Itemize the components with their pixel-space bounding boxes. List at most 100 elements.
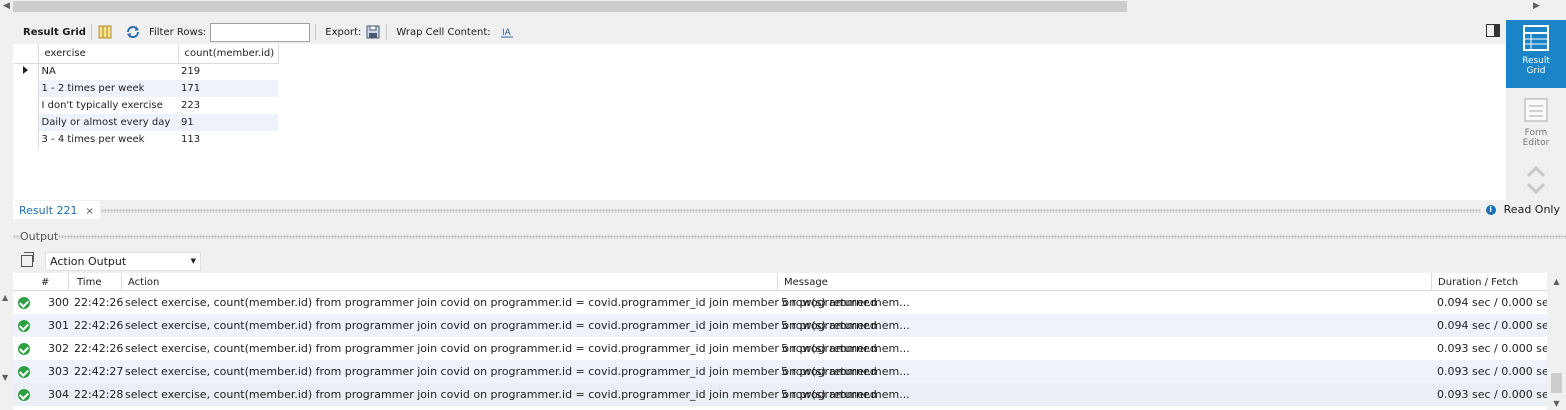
- table-row[interactable]: I don't typically exercise 223: [13, 97, 278, 114]
- toolbar-divider: [315, 24, 317, 40]
- cell-exercise[interactable]: 1 - 2 times per week: [38, 80, 178, 97]
- table-row[interactable]: 1 - 2 times per week 171: [13, 80, 278, 97]
- chevron-down-icon: ▼: [190, 257, 196, 265]
- form-editor-button[interactable]: Form Editor: [1506, 92, 1566, 150]
- column-divider: [777, 273, 778, 291]
- scroll-down-arrow-icon[interactable]: ▼: [1547, 399, 1566, 408]
- info-icon: i: [1485, 204, 1496, 215]
- result-grid-label: Result Grid: [23, 26, 86, 38]
- read-only-label: Read Only: [1503, 203, 1560, 216]
- output-row-time: 22:42:28: [74, 388, 124, 401]
- scrollbar-thumb[interactable]: [1551, 373, 1562, 393]
- column-divider: [68, 273, 69, 291]
- row-indicator: [13, 97, 39, 114]
- success-check-icon: [18, 389, 30, 401]
- output-row[interactable]: 301 22:42:26 select exercise, count(memb…: [13, 314, 1547, 337]
- scroll-up-arrow-icon[interactable]: ▲: [1547, 277, 1566, 286]
- output-row-time: 22:42:26: [74, 342, 124, 355]
- toolbar-divider: [90, 24, 92, 40]
- output-title: Output: [20, 230, 59, 243]
- output-row-number: 303: [48, 365, 69, 378]
- output-row-number: 302: [48, 342, 69, 355]
- current-row-caret-icon: [22, 66, 28, 75]
- row-indicator-header: [13, 44, 39, 64]
- wrap-text-icon[interactable]: IA: [499, 24, 515, 40]
- form-editor-icon: [1522, 96, 1550, 124]
- output-row-message: 5 row(s) returned: [781, 365, 877, 378]
- column-header-time[interactable]: Time: [77, 277, 101, 288]
- cell-count[interactable]: 223: [178, 97, 278, 114]
- success-check-icon: [18, 343, 30, 355]
- filter-rows-label: Filter Rows:: [148, 26, 207, 38]
- output-vertical-scrollbar[interactable]: ▲ ▼: [1547, 273, 1566, 410]
- row-indicator: [13, 131, 39, 148]
- scroll-up-arrow-icon[interactable]: ▲: [2, 293, 8, 302]
- output-row-number: 300: [48, 296, 69, 309]
- column-header-exercise[interactable]: exercise: [38, 44, 179, 64]
- scroll-up-down-icon[interactable]: [1525, 164, 1547, 199]
- output-row-duration: 0.093 sec / 0.000 sec: [1437, 388, 1547, 401]
- output-row[interactable]: 303 22:42:27 select exercise, count(memb…: [13, 360, 1547, 383]
- row-indicator: [13, 114, 39, 131]
- top-horizontal-scrollbar[interactable]: ◀ ▶: [0, 0, 1566, 13]
- output-row-message: 5 row(s) returned: [781, 388, 877, 401]
- success-check-icon: [18, 320, 30, 332]
- refresh-icon[interactable]: [125, 24, 141, 40]
- cell-count[interactable]: 113: [178, 131, 278, 148]
- output-header-divider: [13, 235, 1566, 239]
- grid-layout-icon[interactable]: [97, 24, 113, 40]
- cell-count[interactable]: 91: [178, 114, 278, 131]
- output-panel-header: Output: [13, 226, 1566, 246]
- result-grid-table: exercise count(member.id) NA 219 1 - 2 t…: [13, 44, 279, 148]
- cell-exercise[interactable]: Daily or almost every day: [38, 114, 178, 131]
- action-output-table: # Time Action Message Duration / Fetch 3…: [13, 273, 1547, 410]
- table-row[interactable]: Daily or almost every day 91: [13, 114, 278, 131]
- output-row[interactable]: 302 22:42:26 select exercise, count(memb…: [13, 337, 1547, 360]
- column-header-count[interactable]: count(member.id): [178, 44, 279, 64]
- output-left-scroll-strip: ▲ ▼: [0, 273, 13, 410]
- cell-exercise[interactable]: NA: [38, 63, 178, 80]
- result-grid-icon: [1522, 24, 1550, 52]
- result-grid-view-button[interactable]: Result Grid: [1506, 20, 1566, 88]
- output-row-message: 5 row(s) returned: [781, 342, 877, 355]
- toolbar-divider: [386, 24, 388, 40]
- cell-exercise[interactable]: I don't typically exercise: [38, 97, 178, 114]
- result-tab-bar: Result 221 × i Read Only: [13, 200, 1566, 220]
- scroll-right-arrow-icon[interactable]: ▶: [1530, 0, 1543, 13]
- table-row[interactable]: 3 - 4 times per week 113: [13, 131, 278, 148]
- column-header-number[interactable]: #: [41, 277, 49, 288]
- column-header-duration[interactable]: Duration / Fetch: [1438, 277, 1518, 288]
- output-row[interactable]: 300 22:42:26 select exercise, count(memb…: [13, 291, 1547, 314]
- output-row-message: 5 row(s) returned: [781, 319, 877, 332]
- filter-rows-input[interactable]: [210, 22, 311, 42]
- table-row[interactable]: NA 219: [13, 63, 278, 80]
- output-table-header: # Time Action Message Duration / Fetch: [13, 273, 1547, 291]
- copy-icon[interactable]: [21, 252, 34, 267]
- column-header-action[interactable]: Action: [128, 277, 159, 288]
- export-icon[interactable]: [365, 24, 381, 40]
- output-type-select[interactable]: Action Output ▼: [45, 251, 201, 271]
- output-row-duration: 0.094 sec / 0.000 sec: [1437, 319, 1547, 332]
- close-icon[interactable]: ×: [85, 206, 93, 217]
- success-check-icon: [18, 366, 30, 378]
- cell-count[interactable]: 171: [178, 80, 278, 97]
- column-divider: [121, 273, 122, 291]
- scrollbar-thumb[interactable]: [13, 1, 1127, 12]
- result-grid[interactable]: exercise count(member.id) NA 219 1 - 2 t…: [13, 44, 1506, 200]
- tab-result-221[interactable]: Result 221 ×: [13, 201, 100, 219]
- output-row-time: 22:42:27: [74, 365, 124, 378]
- scroll-down-arrow-icon[interactable]: ▼: [2, 373, 8, 382]
- cell-exercise[interactable]: 3 - 4 times per week: [38, 131, 178, 148]
- row-indicator: [13, 80, 39, 97]
- output-row-duration: 0.093 sec / 0.000 sec: [1437, 342, 1547, 355]
- output-row[interactable]: 304 22:42:28 select exercise, count(memb…: [13, 383, 1547, 406]
- scroll-left-arrow-icon[interactable]: ◀: [0, 0, 13, 13]
- column-header-message[interactable]: Message: [784, 277, 828, 288]
- output-row-duration: 0.094 sec / 0.000 sec: [1437, 296, 1547, 309]
- output-row-time: 22:42:26: [74, 296, 124, 309]
- tab-label: Result 221: [19, 204, 78, 217]
- cell-count[interactable]: 219: [178, 63, 278, 80]
- success-check-icon: [18, 297, 30, 309]
- toggle-side-panel-icon[interactable]: [1486, 24, 1500, 37]
- export-label: Export:: [325, 26, 362, 38]
